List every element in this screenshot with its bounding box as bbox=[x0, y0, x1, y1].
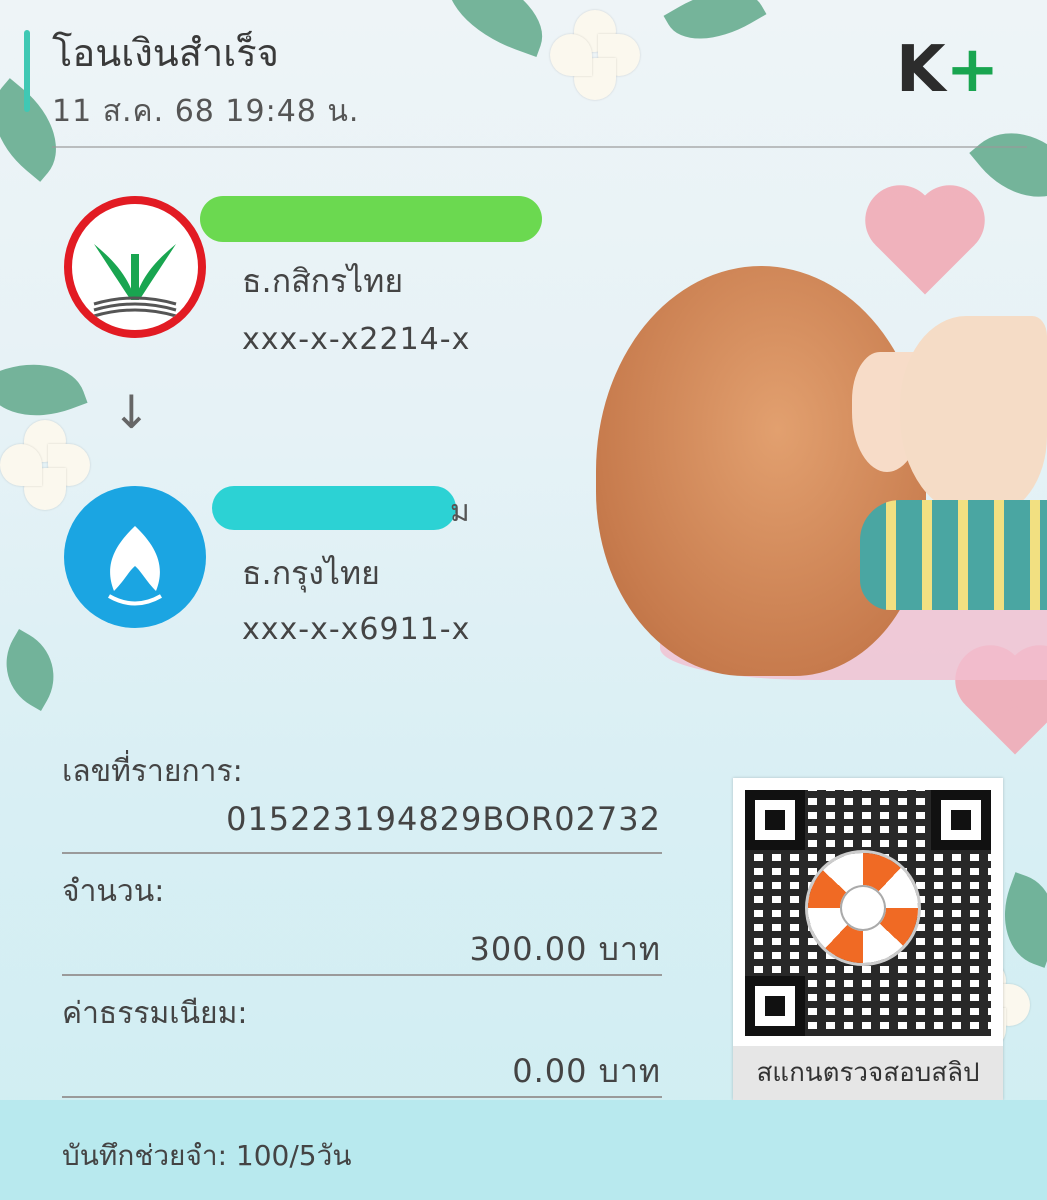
decorative-heart bbox=[875, 195, 975, 295]
verification-qr-code[interactable]: สแกนตรวจสอบสลิป bbox=[733, 778, 1003, 1100]
amount-label: จำนวน: bbox=[62, 874, 165, 909]
arrow-down-icon: ↓ bbox=[112, 385, 151, 439]
qr-caption: สแกนตรวจสอบสลิป bbox=[733, 1046, 1003, 1100]
page-title: โอนเงินสำเร็จ bbox=[52, 31, 279, 75]
receiver-account-number: xxx-x-x6911-x bbox=[242, 612, 471, 647]
illustration-baby-body bbox=[860, 500, 1047, 610]
divider bbox=[62, 1096, 662, 1098]
amount-value: 300.00 บาท bbox=[469, 930, 661, 968]
kasikorn-bank-logo-icon bbox=[64, 196, 206, 338]
receiver-bank-name: ธ.กรุงไทย bbox=[242, 554, 380, 592]
sender-name-redacted bbox=[200, 196, 542, 242]
qr-finder bbox=[931, 790, 991, 850]
lifebuoy-icon bbox=[808, 853, 918, 963]
header-divider bbox=[52, 146, 1027, 148]
receiver-name-visible: ม bbox=[450, 494, 470, 529]
sender-bank-name: ธ.กสิกรไทย bbox=[242, 262, 404, 300]
decorative-leaf bbox=[663, 0, 767, 60]
qr-finder bbox=[745, 790, 805, 850]
decorative-flower bbox=[550, 10, 640, 100]
krungthai-bank-logo-icon bbox=[64, 486, 206, 628]
decorative-leaf bbox=[0, 629, 71, 711]
decorative-leaf bbox=[433, 0, 557, 58]
transaction-datetime: 11 ส.ค. 68 19:48 น. bbox=[52, 94, 360, 129]
illustration-mother-hair bbox=[596, 266, 926, 676]
fee-value: 0.00 บาท bbox=[512, 1052, 661, 1090]
header-accent-bar bbox=[24, 30, 30, 112]
divider bbox=[62, 974, 662, 976]
memo-text: บันทึกช่วยจำ: 100/5วัน bbox=[62, 1139, 352, 1172]
reference-label: เลขที่รายการ: bbox=[62, 754, 243, 789]
reference-value: 015223194829BOR02732 bbox=[226, 800, 661, 838]
sender-account-number: xxx-x-x2214-x bbox=[242, 322, 471, 357]
illustration-baby-head bbox=[900, 316, 1047, 516]
divider bbox=[62, 852, 662, 854]
fee-label: ค่าธรรมเนียม: bbox=[62, 996, 248, 1031]
receiver-name-redacted bbox=[212, 486, 456, 530]
kplus-logo: K+ bbox=[896, 33, 1000, 107]
qr-finder bbox=[745, 976, 805, 1036]
